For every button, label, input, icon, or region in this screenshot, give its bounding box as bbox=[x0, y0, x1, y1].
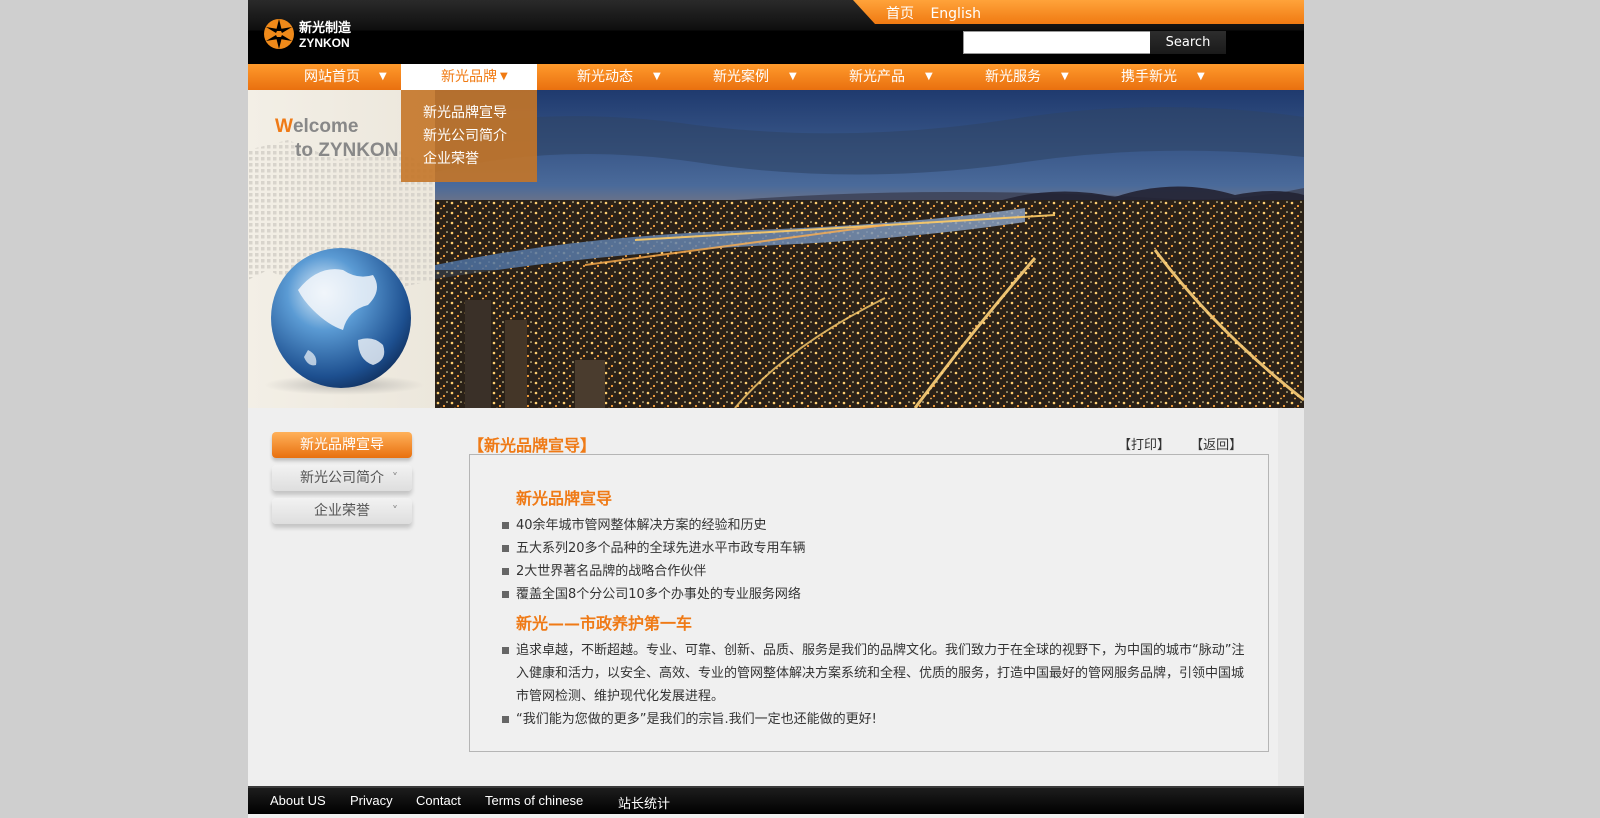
footer-link-about[interactable]: About US bbox=[270, 793, 326, 808]
dropdown-item-company-profile[interactable]: 新光公司简介 bbox=[423, 125, 507, 145]
logo-text-cn: 新光制造 bbox=[299, 20, 352, 36]
article-box: 新光品牌宣导 40余年城市管网整体解决方案的经验和历史 五大系列20多个品种的全… bbox=[469, 454, 1269, 752]
nav-item-home[interactable]: 网站首页 ▼ bbox=[248, 64, 400, 90]
logo-star-icon bbox=[264, 19, 294, 49]
nav-label: 新光产品 bbox=[849, 69, 905, 85]
top-links: 首页 English bbox=[886, 3, 993, 23]
header: 新光制造 ZYNKON 首页 English Search bbox=[248, 0, 1304, 64]
search-button[interactable]: Search bbox=[1150, 31, 1226, 54]
chevron-down-icon: ˅ bbox=[392, 471, 398, 485]
back-link[interactable]: 【返回】 bbox=[1190, 438, 1242, 453]
list-item: 40余年城市管网整体解决方案的经验和历史 bbox=[502, 514, 1246, 537]
caret-down-icon: ▼ bbox=[379, 71, 387, 82]
footer-link-terms[interactable]: Terms of chinese bbox=[485, 793, 583, 808]
logo-text-en: ZYNKON bbox=[299, 36, 350, 50]
main-nav: 网站首页 ▼ 新光品牌 ▼ 新光动态 ▼ 新光案例 ▼ 新光产品 ▼ 新光服务 … bbox=[248, 64, 1304, 90]
nav-item-products[interactable]: 新光产品 ▼ bbox=[810, 64, 946, 90]
print-link[interactable]: 【打印】 bbox=[1118, 438, 1170, 453]
footer: About US Privacy Contact Terms of chines… bbox=[248, 786, 1304, 814]
page-tools: 【打印】 【返回】 bbox=[1118, 434, 1258, 453]
sidebar-item-brand-promotion[interactable]: 新光品牌宣导 bbox=[272, 432, 412, 458]
caret-down-icon: ▼ bbox=[925, 71, 933, 82]
nav-label: 携手新光 bbox=[1121, 69, 1177, 85]
caret-down-icon: ▼ bbox=[653, 71, 661, 82]
dropdown-item-brand-promotion[interactable]: 新光品牌宣导 bbox=[423, 102, 507, 122]
sidebar-item-honors[interactable]: 企业荣誉 ˅ bbox=[272, 498, 412, 524]
english-link[interactable]: English bbox=[930, 6, 981, 22]
sidebar-item-label: 新光公司简介 bbox=[300, 470, 384, 486]
section-title: 新光品牌宣导 bbox=[516, 489, 613, 508]
page: 新光制造 ZYNKON 首页 English Search 网站首页 ▼ 新光品… bbox=[248, 0, 1304, 818]
nav-label: 新光服务 bbox=[985, 69, 1041, 85]
footer-link-stats[interactable]: 站长统计 bbox=[618, 793, 670, 812]
sidebar-item-label: 新光品牌宣导 bbox=[300, 437, 384, 453]
list-item: “我们能为您做的更多”是我们的宗旨.我们一定也还能做的更好! bbox=[502, 708, 1246, 731]
brand-dropdown-menu: 新光品牌宣导 新光公司简介 企业荣誉 bbox=[401, 90, 537, 182]
chevron-down-icon: ˅ bbox=[392, 504, 398, 518]
sidebar-item-company-profile[interactable]: 新光公司简介 ˅ bbox=[272, 465, 412, 491]
dropdown-item-honors[interactable]: 企业荣誉 bbox=[423, 148, 479, 168]
home-link[interactable]: 首页 bbox=[886, 6, 914, 22]
logo[interactable]: 新光制造 ZYNKON bbox=[263, 16, 363, 52]
nav-label: 新光案例 bbox=[713, 69, 769, 85]
list-item: 2大世界著名品牌的战略合作伙伴 bbox=[502, 560, 1246, 583]
footer-link-contact[interactable]: Contact bbox=[416, 793, 461, 808]
page-title: 【新光品牌宣导】 bbox=[468, 436, 597, 455]
nav-label: 网站首页 bbox=[304, 69, 360, 85]
caret-down-icon: ▼ bbox=[1197, 71, 1205, 82]
list-item: 五大系列20多个品种的全球先进水平市政专用车辆 bbox=[502, 537, 1246, 560]
search-input[interactable] bbox=[963, 31, 1151, 54]
right-strip bbox=[1278, 408, 1304, 788]
caret-down-icon: ▼ bbox=[789, 71, 797, 82]
nav-item-brand[interactable]: 新光品牌 ▼ bbox=[401, 64, 537, 90]
nav-item-news[interactable]: 新光动态 ▼ bbox=[538, 64, 674, 90]
list-item: 覆盖全国8个分公司10多个办事处的专业服务网络 bbox=[502, 583, 1246, 606]
caret-down-icon: ▼ bbox=[500, 71, 508, 82]
section-title: 新光——市政养护第一车 bbox=[516, 614, 693, 633]
nav-label: 新光品牌 bbox=[441, 69, 497, 85]
caret-down-icon: ▼ bbox=[1061, 71, 1069, 82]
nav-label: 新光动态 bbox=[577, 69, 633, 85]
city-night-photo bbox=[435, 90, 1304, 408]
footer-link-privacy[interactable]: Privacy bbox=[350, 793, 393, 808]
list-item: 追求卓越，不断超越。专业、可靠、创新、品质、服务是我们的品牌文化。我们致力于在全… bbox=[502, 639, 1246, 708]
sidebar-item-label: 企业荣誉 bbox=[314, 503, 370, 519]
hero-banner: Welcome to ZYNKON 新光品牌宣导 新光公司简介 企业荣誉 bbox=[248, 90, 1304, 408]
nav-item-partner[interactable]: 携手新光 ▼ bbox=[1082, 64, 1218, 90]
nav-item-services[interactable]: 新光服务 ▼ bbox=[946, 64, 1082, 90]
nav-item-cases[interactable]: 新光案例 ▼ bbox=[674, 64, 810, 90]
